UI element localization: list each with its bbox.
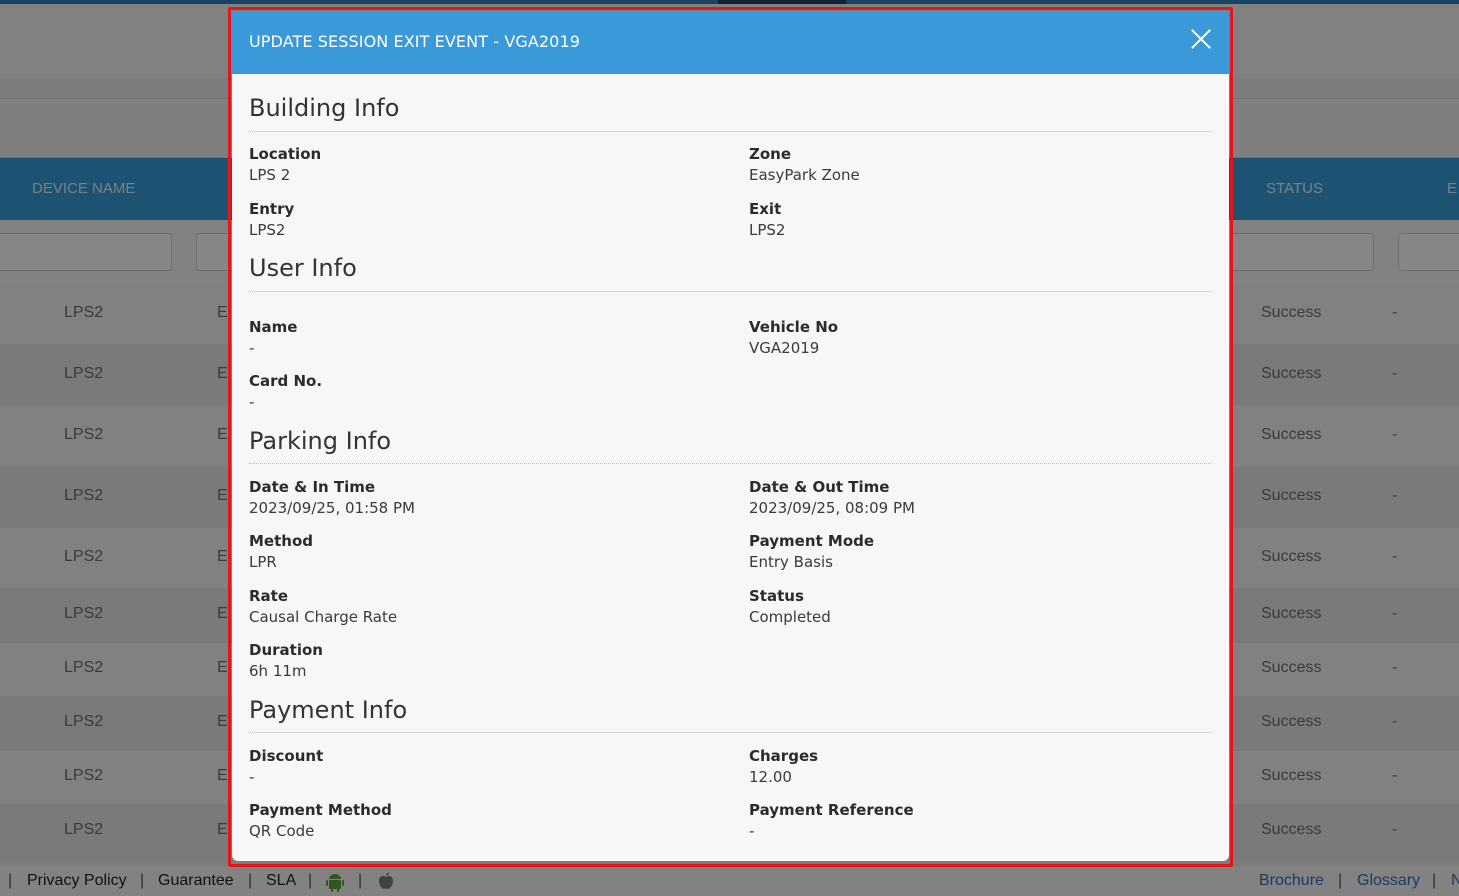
- field-label: Location: [249, 145, 322, 163]
- section-title-parking-info: Parking Info: [249, 427, 392, 455]
- field-location: Location LPS 2: [249, 144, 709, 186]
- field-value: Entry Basis: [749, 553, 833, 571]
- field-discount: Discount -: [249, 746, 709, 788]
- field-card-no: Card No. -: [249, 371, 709, 413]
- field-status: Status Completed: [749, 586, 1209, 628]
- section-divider: [249, 291, 1211, 292]
- field-label: Zone: [749, 145, 792, 163]
- field-rate: Rate Causal Charge Rate: [249, 586, 709, 628]
- modal-header: UPDATE SESSION EXIT EVENT - VGA2019: [232, 11, 1229, 74]
- field-label: Charges: [749, 747, 819, 765]
- field-value: Causal Charge Rate: [249, 608, 398, 626]
- field-value: LPR: [249, 553, 277, 571]
- field-label: Name: [249, 318, 298, 336]
- section-divider: [249, 463, 1211, 464]
- field-value: -: [249, 768, 255, 786]
- field-value: Completed: [749, 608, 831, 626]
- field-value: 2023/09/25, 08:09 PM: [749, 499, 915, 517]
- field-value: QR Code: [249, 822, 315, 840]
- section-divider: [249, 131, 1211, 132]
- field-label: Method: [249, 532, 313, 550]
- field-date-in-time: Date & In Time 2023/09/25, 01:58 PM: [249, 477, 709, 519]
- field-value: 6h 11m: [249, 662, 307, 680]
- close-icon[interactable]: [1187, 25, 1215, 53]
- field-label: Exit: [749, 200, 782, 218]
- section-title-user-info: User Info: [249, 254, 357, 282]
- section-divider: [249, 732, 1211, 733]
- field-value: -: [249, 339, 255, 357]
- field-label: Payment Mode: [749, 532, 875, 550]
- field-value: LPS 2: [249, 166, 291, 184]
- field-label: Rate: [249, 587, 289, 605]
- field-payment-mode: Payment Mode Entry Basis: [749, 531, 1209, 573]
- field-value: -: [249, 393, 255, 411]
- field-label: Card No.: [249, 372, 323, 390]
- field-date-out-time: Date & Out Time 2023/09/25, 08:09 PM: [749, 477, 1209, 519]
- field-method: Method LPR: [249, 531, 709, 573]
- field-label: Duration: [249, 641, 323, 659]
- field-label: Entry: [249, 200, 295, 218]
- field-charges: Charges 12.00: [749, 746, 1209, 788]
- field-label: Discount: [249, 747, 324, 765]
- field-label: Vehicle No: [749, 318, 839, 336]
- field-value: EasyPark Zone: [749, 166, 860, 184]
- field-value: LPS2: [249, 221, 286, 239]
- field-label: Date & Out Time: [749, 478, 890, 496]
- field-exit: Exit LPS2: [749, 199, 1209, 241]
- field-payment-method: Payment Method QR Code: [249, 800, 709, 842]
- field-value: -: [749, 822, 755, 840]
- field-name: Name -: [249, 317, 709, 359]
- update-session-exit-modal: UPDATE SESSION EXIT EVENT - VGA2019 Buil…: [232, 11, 1229, 861]
- modal-title: UPDATE SESSION EXIT EVENT - VGA2019: [249, 32, 581, 51]
- field-value: 2023/09/25, 01:58 PM: [249, 499, 415, 517]
- field-label: Payment Reference: [749, 801, 914, 819]
- field-value: 12.00: [749, 768, 792, 786]
- field-value: VGA2019: [749, 339, 820, 357]
- field-payment-reference: Payment Reference -: [749, 800, 1209, 842]
- section-title-payment-info: Payment Info: [249, 696, 408, 724]
- field-label: Status: [749, 587, 804, 605]
- field-zone: Zone EasyPark Zone: [749, 144, 1209, 186]
- field-label: Date & In Time: [249, 478, 376, 496]
- field-duration: Duration 6h 11m: [249, 640, 709, 682]
- section-title-building-info: Building Info: [249, 94, 400, 122]
- field-entry: Entry LPS2: [249, 199, 709, 241]
- field-value: LPS2: [749, 221, 786, 239]
- field-label: Payment Method: [249, 801, 392, 819]
- field-vehicle-no: Vehicle No VGA2019: [749, 317, 1209, 359]
